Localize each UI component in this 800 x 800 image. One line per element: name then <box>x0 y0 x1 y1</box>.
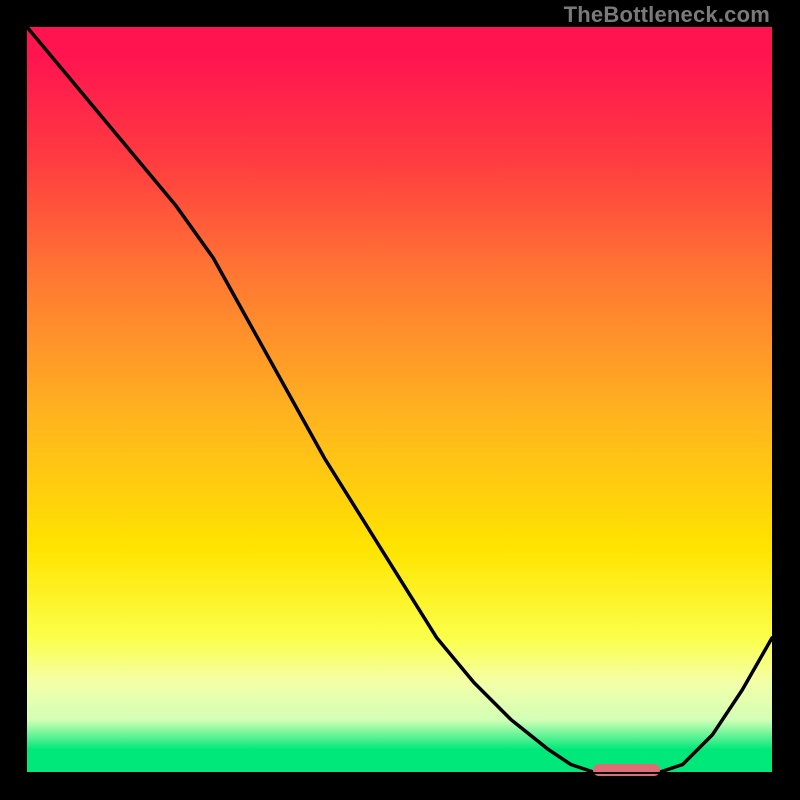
bottleneck-curve <box>27 27 772 772</box>
optimal-range-marker <box>593 764 660 776</box>
watermark-text: TheBottleneck.com <box>564 2 770 28</box>
axis-left <box>25 27 27 774</box>
axis-bottom <box>25 772 772 774</box>
plot-area <box>27 27 772 772</box>
chart-container: TheBottleneck.com <box>0 0 800 800</box>
